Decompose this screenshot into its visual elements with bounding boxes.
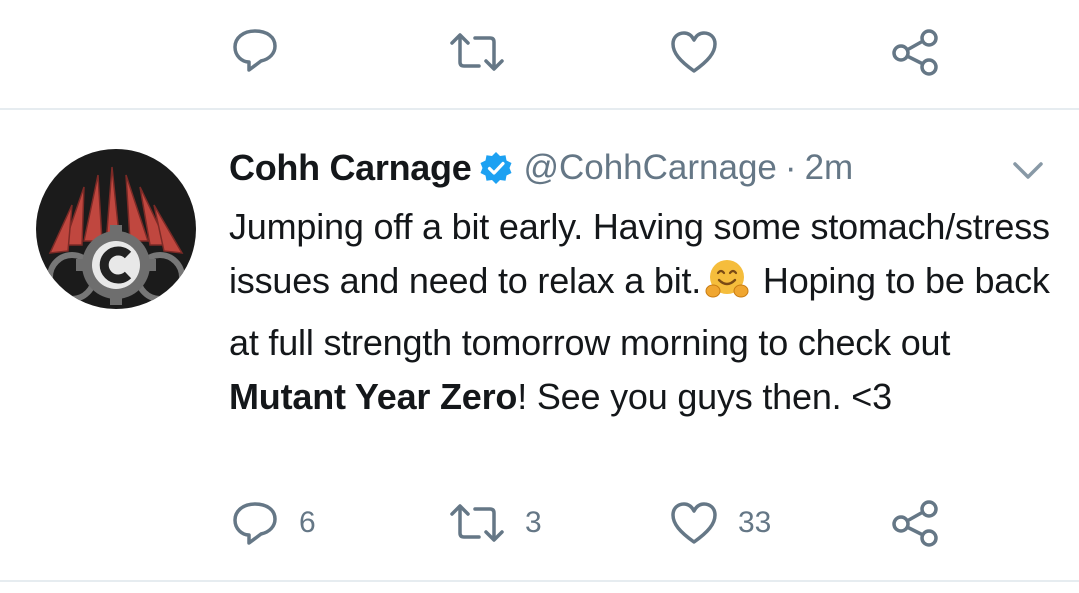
hugging-face-emoji-icon (705, 257, 749, 316)
tweet-header: Cohh Carnage @CohhCarnage · 2m (229, 144, 853, 192)
tweet-menu-button[interactable] (1012, 160, 1044, 187)
heart-icon (671, 502, 717, 544)
reply-icon (233, 29, 277, 72)
avatar-image (36, 149, 196, 309)
retweet-button[interactable] (449, 32, 505, 72)
like-button[interactable]: 33 (670, 501, 771, 545)
share-icon (892, 29, 938, 76)
retweet-count: 3 (525, 506, 542, 539)
heart-icon (671, 31, 717, 73)
reply-button[interactable] (231, 27, 279, 73)
tweet-timestamp[interactable]: 2m (805, 148, 854, 188)
tweet-text-part3: ! See you guys then. <3 (517, 376, 892, 417)
separator-dot: · (784, 148, 797, 187)
retweet-button[interactable]: 3 (449, 503, 542, 543)
share-button[interactable] (890, 499, 940, 547)
reply-count: 6 (299, 506, 316, 539)
chevron-down-icon (1013, 162, 1043, 179)
share-button[interactable] (890, 28, 940, 76)
author-handle[interactable]: @CohhCarnage (523, 148, 776, 188)
retweet-icon (450, 33, 504, 71)
like-count: 33 (738, 506, 772, 539)
tweet-divider (0, 108, 1079, 110)
previous-tweet-actions (0, 0, 1079, 108)
tweet-text-bold: Mutant Year Zero (229, 376, 518, 417)
verified-badge-icon (479, 151, 513, 185)
retweet-icon (450, 504, 504, 542)
author-name[interactable]: Cohh Carnage (229, 147, 472, 189)
reply-button[interactable]: 6 (231, 500, 316, 546)
avatar[interactable] (36, 149, 196, 309)
tweet-text: Jumping off a bit early. Having some sto… (229, 200, 1059, 424)
reply-icon (233, 502, 277, 545)
like-button[interactable] (670, 30, 718, 74)
tweet-bottom-divider (0, 580, 1079, 582)
share-icon (892, 500, 938, 547)
